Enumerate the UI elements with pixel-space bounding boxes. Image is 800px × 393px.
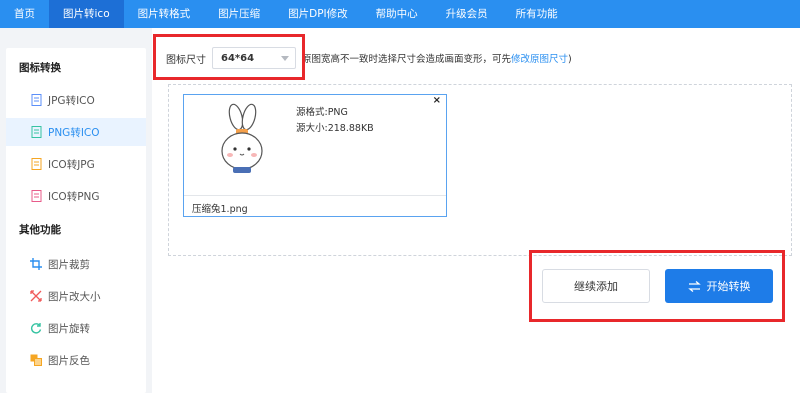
sidebar-item-label: JPG转ICO [48, 94, 95, 107]
main-panel: 图标尺寸 64*64 原图宽高不一致时选择尺寸会造成画面变形，可先修改原图尺寸)… [152, 28, 800, 393]
nav-item-image-compress[interactable]: 图片压缩 [204, 0, 274, 28]
nav-item-image-format[interactable]: 图片转格式 [124, 0, 205, 28]
hint-tail: ) [568, 54, 572, 65]
upload-dropzone[interactable]: × 源格式:PNG 源大小:218.88KB 压缩兔1.png [168, 84, 792, 256]
close-icon[interactable]: × [433, 95, 441, 106]
invert-icon [30, 354, 42, 366]
sidebar-item-label: 图片反色 [48, 354, 90, 367]
sidebar-item-ico-to-jpg[interactable]: ICO转JPG [6, 150, 146, 178]
edit-original-size-link[interactable]: 修改原图尺寸 [511, 54, 568, 65]
sidebar-item-label: PNG转ICO [48, 126, 100, 139]
nav-item-home[interactable]: 首页 [0, 0, 49, 28]
nav-item-image-to-ico[interactable]: 图片转ico [49, 0, 124, 28]
highlight-box-size [153, 34, 305, 80]
sidebar-group-other: 其他功能 [19, 224, 61, 236]
sidebar-item-label: ICO转PNG [48, 190, 100, 203]
document-icon [30, 158, 42, 170]
file-meta: 源格式:PNG 源大小:218.88KB [296, 105, 374, 137]
file-name: 压缩兔1.png [192, 204, 248, 215]
sidebar-item-invert[interactable]: 图片反色 [6, 346, 146, 374]
sidebar-item-png-to-ico[interactable]: PNG转ICO [6, 118, 146, 146]
nav-item-help[interactable]: 帮助中心 [362, 0, 432, 28]
sidebar: 图标转换 JPG转ICO PNG转ICO ICO转JPG ICO转PNG 其他功… [6, 48, 146, 393]
nav-item-upgrade[interactable]: 升级会员 [432, 0, 502, 28]
file-card: × 源格式:PNG 源大小:218.88KB 压缩兔1.png [183, 94, 447, 217]
sidebar-group-icon-convert: 图标转换 [19, 62, 61, 74]
size-hint: 原图宽高不一致时选择尺寸会造成画面变形，可先修改原图尺寸) [302, 51, 572, 65]
sidebar-item-label: 图片改大小 [48, 290, 101, 303]
crop-icon [30, 258, 42, 270]
sidebar-item-rotate[interactable]: 图片旋转 [6, 314, 146, 342]
sidebar-item-label: 图片旋转 [48, 322, 90, 335]
file-size: 源大小:218.88KB [296, 123, 374, 134]
document-icon [30, 94, 42, 106]
sidebar-item-crop[interactable]: 图片裁剪 [6, 250, 146, 278]
sidebar-item-ico-to-png[interactable]: ICO转PNG [6, 182, 146, 210]
card-divider [184, 195, 446, 196]
top-nav: 首页 图片转ico 图片转格式 图片压缩 图片DPI修改 帮助中心 升级会员 所… [0, 0, 800, 28]
resize-icon [30, 290, 42, 302]
nav-item-dpi[interactable]: 图片DPI修改 [274, 0, 362, 28]
highlight-box-buttons [529, 250, 785, 322]
file-format: 源格式:PNG [296, 107, 348, 118]
image-thumbnail [216, 103, 268, 179]
document-icon [30, 190, 42, 202]
document-icon [30, 126, 42, 138]
sidebar-item-label: 图片裁剪 [48, 258, 90, 271]
sidebar-item-resize[interactable]: 图片改大小 [6, 282, 146, 310]
sidebar-item-label: ICO转JPG [48, 158, 95, 171]
rotate-icon [30, 322, 42, 334]
sidebar-item-jpg-to-ico[interactable]: JPG转ICO [6, 86, 146, 114]
hint-text: 原图宽高不一致时选择尺寸会造成画面变形，可先 [302, 54, 512, 65]
nav-item-all-features[interactable]: 所有功能 [502, 0, 572, 28]
